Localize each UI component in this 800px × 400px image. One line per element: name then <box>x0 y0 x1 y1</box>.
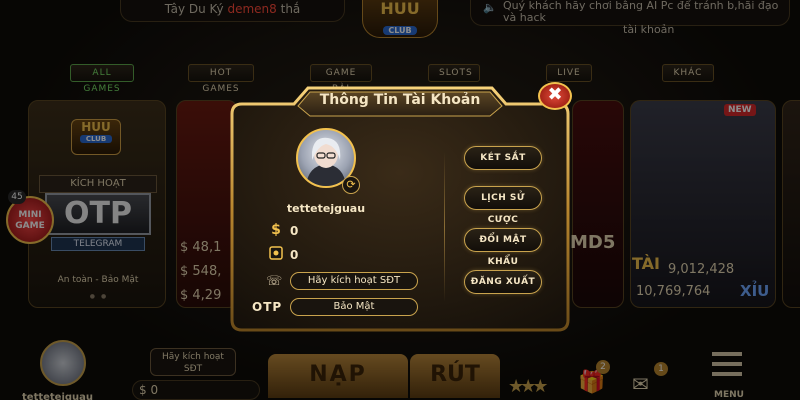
safe-coin-icon <box>268 246 284 262</box>
close-icon[interactable]: ✖ <box>538 82 572 110</box>
profile-username: tettetejguau <box>286 202 366 215</box>
logout-button[interactable]: ĐĂNG XUẤT <box>464 270 542 294</box>
balance-value: 0 <box>290 224 299 238</box>
otp-security-button[interactable]: Bảo Mật <box>290 298 418 316</box>
change-password-button[interactable]: ĐỔI MẬT KHẨU <box>464 228 542 267</box>
modal-title: Thông Tin Tài Khoản <box>319 92 481 108</box>
safe-button[interactable]: KÉT SẮT <box>464 146 542 170</box>
activate-phone-button[interactable]: Hãy kích hoạt SĐT <box>290 272 418 290</box>
modal-divider <box>444 152 445 302</box>
dollar-icon: $ <box>271 222 281 238</box>
account-info-modal: Thông Tin Tài Khoản ✖ ⟳ tettetejguau $ 0… <box>228 82 572 334</box>
bet-history-button[interactable]: LỊCH SỬ CƯỢC <box>464 186 542 225</box>
safe-balance-value: 0 <box>290 248 299 262</box>
change-avatar-icon[interactable]: ⟳ <box>342 176 360 194</box>
otp-label: OTP <box>252 300 283 314</box>
phone-icon: ☏ <box>266 274 283 289</box>
